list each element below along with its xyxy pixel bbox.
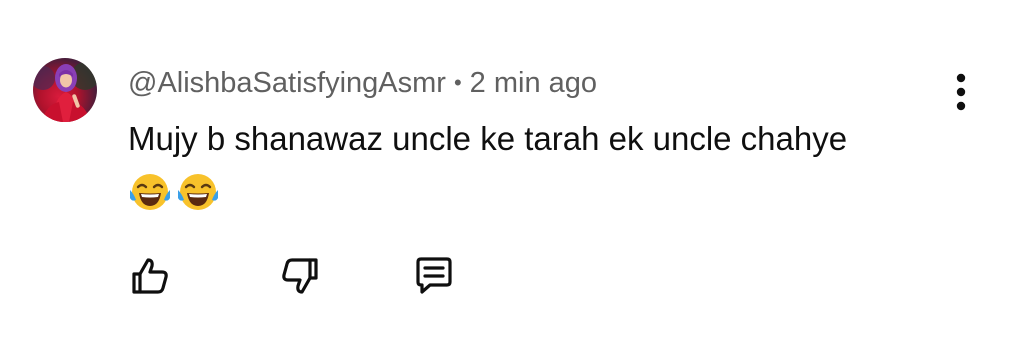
thumb-up-icon	[132, 258, 168, 294]
more-options-button[interactable]	[944, 70, 978, 114]
dislike-button[interactable]	[276, 252, 324, 300]
like-button[interactable]	[126, 252, 174, 300]
timestamp: 2 min ago	[469, 66, 598, 99]
comment-item: @AlishbaSatisfyingAsmr • 2 min ago Mujy …	[0, 0, 1024, 347]
emoji-row	[128, 170, 220, 214]
reply-button[interactable]	[410, 252, 458, 300]
reply-comment-icon	[416, 257, 452, 294]
thumb-down-icon	[282, 258, 318, 294]
tears-of-joy-emoji	[178, 174, 218, 210]
comment-header: @AlishbaSatisfyingAsmr • 2 min ago	[128, 62, 597, 104]
author-handle[interactable]: @AlishbaSatisfyingAsmr	[128, 67, 446, 100]
comment-text: Mujy b shanawaz uncle ke tarah ek uncle …	[128, 120, 848, 157]
avatar[interactable]	[33, 58, 97, 122]
separator-dot: •	[453, 70, 462, 95]
more-vert-icon	[956, 73, 966, 111]
tears-of-joy-emoji	[130, 174, 170, 210]
